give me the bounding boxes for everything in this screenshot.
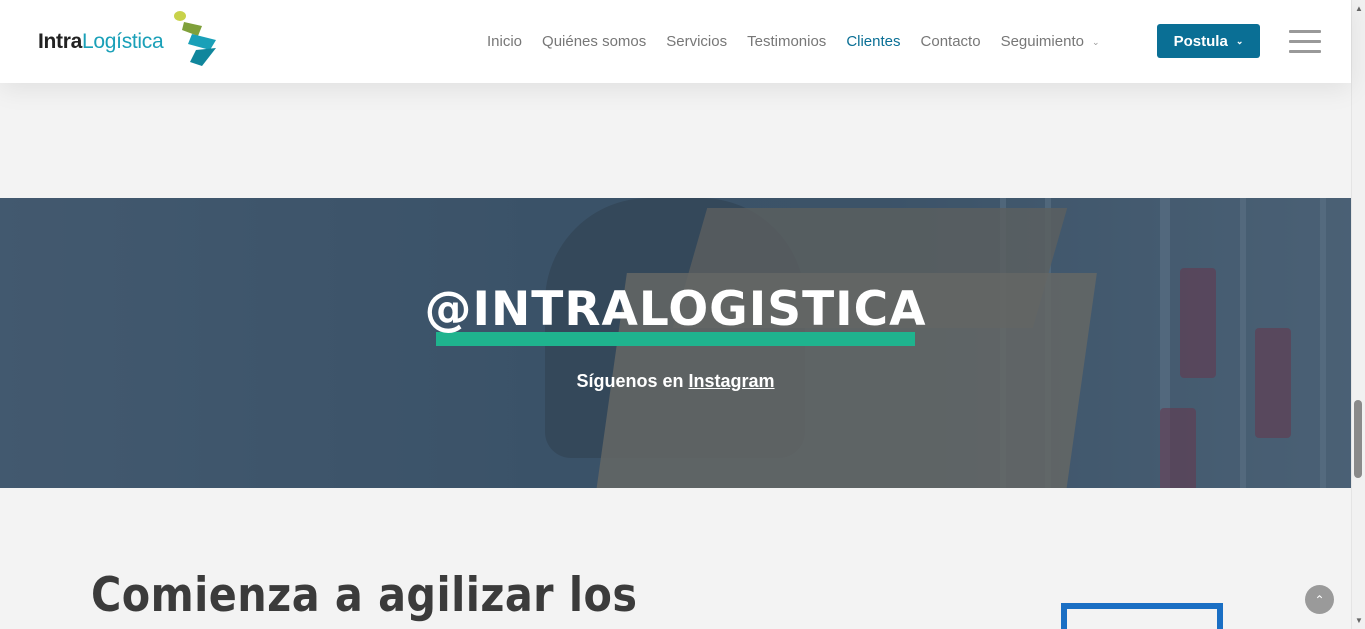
nav-seguimiento[interactable]: Seguimiento ⌄ [1001, 33, 1100, 50]
logo-bold: Intra [38, 30, 83, 53]
nav-clientes[interactable]: Clientes [846, 33, 900, 50]
scroll-down-icon[interactable]: ▼ [1355, 616, 1363, 625]
chevron-down-icon: ⌄ [1091, 36, 1100, 47]
main-nav: Inicio Quiénes somos Servicios Testimoni… [477, 30, 1110, 52]
instagram-handle: @INTRALOGISTICA [0, 286, 1351, 333]
nav-inicio[interactable]: Inicio [487, 33, 522, 50]
site-logo[interactable]: IntraLogística [38, 10, 223, 70]
logo-wordmark: IntraLogística [38, 30, 164, 54]
nav-seguimiento-label: Seguimiento [1000, 32, 1084, 50]
chevron-down-icon: ⌄ [1235, 35, 1244, 46]
image-frame [1061, 603, 1223, 629]
postula-button[interactable]: Postula ⌄ [1157, 24, 1260, 58]
scroll-to-top-button[interactable]: ⌃ [1305, 585, 1334, 614]
nav-testimonios[interactable]: Testimonios [747, 33, 826, 50]
site-header: IntraLogística Inicio Quiénes somos Serv… [0, 0, 1351, 83]
nav-quienes-somos[interactable]: Quiénes somos [542, 33, 646, 50]
chevron-up-icon: ⌃ [1314, 592, 1325, 607]
nav-servicios[interactable]: Servicios [666, 33, 727, 50]
logo-light: Logística [82, 30, 164, 53]
instagram-link[interactable]: Instagram [689, 371, 775, 391]
logo-mark-icon [174, 11, 216, 66]
scrollbar-thumb[interactable] [1354, 400, 1362, 478]
nav-contacto[interactable]: Contacto [921, 33, 981, 50]
follow-text: Síguenos en Instagram [0, 371, 1351, 392]
instagram-handle-text: @INTRALOGISTICA [424, 282, 927, 337]
scroll-up-icon[interactable]: ▲ [1355, 4, 1363, 13]
postula-label: Postula [1173, 32, 1228, 50]
page-scrollbar[interactable] [1351, 0, 1365, 629]
hamburger-icon[interactable] [1289, 30, 1321, 53]
section-heading: Comienza a agilizar los [91, 568, 638, 623]
follow-prefix: Síguenos en [576, 371, 689, 391]
